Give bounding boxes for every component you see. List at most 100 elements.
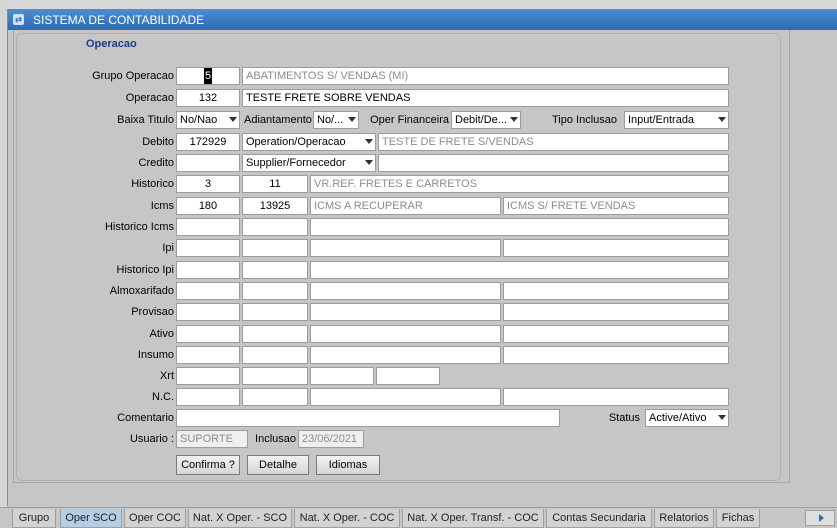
almoxarifado-label: Almoxarifado [109, 285, 174, 297]
debito-code-field[interactable]: 172929 [176, 133, 240, 151]
provisao-field-1[interactable] [176, 303, 240, 321]
almoxarifado-field-2[interactable] [242, 282, 308, 300]
nc-desc-2[interactable] [503, 388, 729, 406]
historico-icms-field-2[interactable] [242, 218, 308, 236]
icms-field-1[interactable]: 180 [176, 197, 240, 215]
confirma-button[interactable]: Confirma ? [176, 455, 240, 475]
icms-desc-1: ICMS A RECUPERAR [310, 197, 501, 215]
historico-ipi-field-2[interactable] [242, 261, 308, 279]
xrt-field-4[interactable] [376, 367, 440, 385]
nc-field-2[interactable] [242, 388, 308, 406]
tab-contas-secundaria[interactable]: Contas Secundaria [546, 509, 652, 528]
status-select[interactable]: Active/Ativo [645, 409, 729, 427]
historico-icms-desc[interactable] [310, 218, 729, 236]
tab-nat-oper-transf-coc[interactable]: Nat. X Oper. Transf. - COC [402, 509, 544, 528]
tab-nat-oper-sco[interactable]: Nat. X Oper. - SCO [188, 509, 292, 528]
comentario-label: Comentario [117, 412, 174, 424]
baixa-titulo-label: Baixa Titulo [117, 114, 174, 126]
chevron-down-icon [365, 160, 373, 165]
credito-type-select[interactable]: Supplier/Fornecedor [242, 154, 376, 172]
icms-desc-2: ICMS S/ FRETE VENDAS [503, 197, 729, 215]
tab-oper-sco[interactable]: Oper SCO [60, 509, 122, 528]
insumo-field-2[interactable] [242, 346, 308, 364]
chevron-down-icon [510, 117, 518, 122]
provisao-desc-1[interactable] [310, 303, 501, 321]
xrt-field-3[interactable] [310, 367, 374, 385]
chevron-right-icon [819, 514, 824, 522]
oper-financeira-select[interactable]: Debit/De... [451, 111, 521, 129]
ativo-desc-2[interactable] [503, 325, 729, 343]
grupo-operacao-label: Grupo Operacao [92, 70, 174, 82]
usuario-label: Usuario : [129, 433, 174, 445]
historico-field-1[interactable]: 3 [176, 175, 240, 193]
insumo-label: Insumo [137, 349, 174, 361]
chevron-down-icon [718, 117, 726, 122]
tipo-inclusao-select[interactable]: Input/Entrada [624, 111, 729, 129]
adiantamento-label: Adiantamento [244, 114, 312, 126]
almoxarifado-desc-2[interactable] [503, 282, 729, 300]
debito-type-select[interactable]: Operation/Operacao [242, 133, 376, 151]
grupo-operacao-desc: ABATIMENTOS S/ VENDAS (MI) [242, 67, 729, 85]
insumo-field-1[interactable] [176, 346, 240, 364]
ativo-desc-1[interactable] [310, 325, 501, 343]
status-label: Status [608, 412, 640, 424]
icms-field-2[interactable]: 13925 [242, 197, 308, 215]
almoxarifado-desc-1[interactable] [310, 282, 501, 300]
provisao-desc-2[interactable] [503, 303, 729, 321]
almoxarifado-field-1[interactable] [176, 282, 240, 300]
debito-label: Debito [142, 136, 174, 148]
tab-grupo[interactable]: Grupo [12, 509, 56, 528]
provisao-field-2[interactable] [242, 303, 308, 321]
historico-ipi-label: Historico Ipi [116, 264, 174, 276]
tipo-inclusao-label: Tipo Inclusao [551, 114, 617, 126]
nc-label: N.C. [152, 391, 174, 403]
historico-ipi-desc[interactable] [310, 261, 729, 279]
grupo-operacao-code: 5 [203, 68, 213, 84]
tipo-inclusao-value: Input/Entrada [628, 114, 695, 126]
operacao-label: Operacao [125, 92, 174, 104]
chevron-down-icon [229, 117, 237, 122]
operacao-desc-field[interactable]: TESTE FRETE SOBRE VENDAS [242, 89, 729, 107]
historico-ipi-field-1[interactable] [176, 261, 240, 279]
historico-label: Historico [131, 178, 174, 190]
window-title: SISTEMA DE CONTABILIDADE [33, 13, 205, 27]
tab-fichas[interactable]: Fichas [716, 509, 760, 528]
app-icon: ⇄ [13, 14, 24, 25]
historico-desc: VR.REF. FRETES E CARRETOS [310, 175, 729, 193]
tab-relatorios[interactable]: Relatorios [654, 509, 714, 528]
idiomas-button[interactable]: Idiomas [316, 455, 380, 475]
xrt-field-2[interactable] [242, 367, 308, 385]
debito-desc: TESTE DE FRETE S/VENDAS [378, 133, 729, 151]
detalhe-button[interactable]: Detalhe [247, 455, 309, 475]
insumo-desc-2[interactable] [503, 346, 729, 364]
ipi-field-2[interactable] [242, 239, 308, 257]
grupo-operacao-code-field[interactable]: 5 [176, 67, 240, 85]
nc-desc-1[interactable] [310, 388, 501, 406]
insumo-desc-1[interactable] [310, 346, 501, 364]
inclusao-label: Inclusao [255, 433, 296, 445]
ipi-desc-2[interactable] [503, 239, 729, 257]
tab-oper-coc[interactable]: Oper COC [124, 509, 186, 528]
ativo-field-1[interactable] [176, 325, 240, 343]
provisao-label: Provisao [131, 306, 174, 318]
icms-label: Icms [150, 200, 174, 212]
ipi-desc-1[interactable] [310, 239, 501, 257]
tab-scroll-right-button[interactable] [805, 510, 835, 526]
historico-field-2[interactable]: 11 [242, 175, 308, 193]
inclusao-field: 23/06/2021 [298, 430, 364, 448]
ativo-field-2[interactable] [242, 325, 308, 343]
comentario-field[interactable] [176, 409, 560, 427]
historico-icms-field-1[interactable] [176, 218, 240, 236]
credito-code-field[interactable] [176, 154, 240, 172]
left-edge [0, 0, 7, 507]
credito-desc-field[interactable] [378, 154, 729, 172]
ipi-field-1[interactable] [176, 239, 240, 257]
tab-nat-oper-coc[interactable]: Nat. X Oper. - COC [294, 509, 400, 528]
xrt-label: Xrt [159, 370, 174, 382]
chevron-down-icon [348, 117, 356, 122]
operacao-code-field[interactable]: 132 [176, 89, 240, 107]
nc-field-1[interactable] [176, 388, 240, 406]
xrt-field-1[interactable] [176, 367, 240, 385]
baixa-titulo-select[interactable]: No/Nao [176, 111, 240, 129]
adiantamento-select[interactable]: No/... [313, 111, 359, 129]
